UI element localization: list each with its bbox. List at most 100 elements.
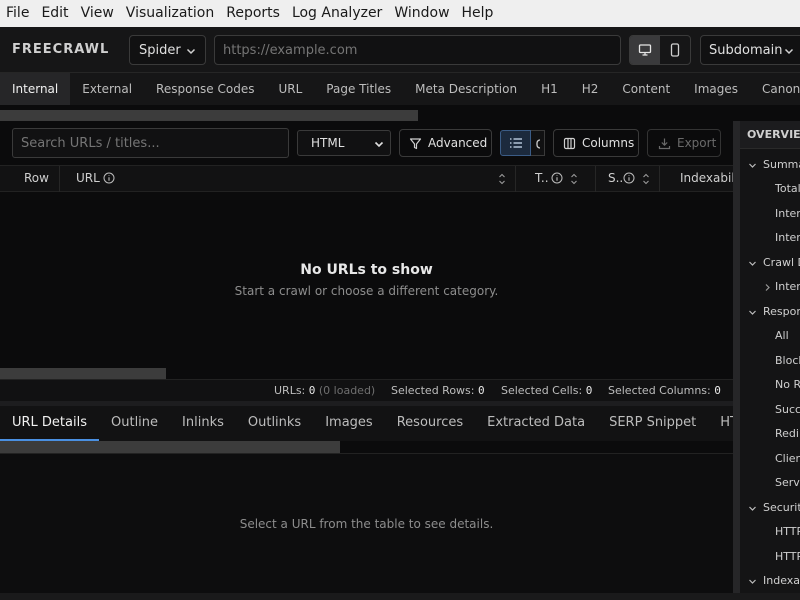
info-icon xyxy=(551,172,563,184)
column-header-row[interactable]: Row xyxy=(0,166,60,192)
tab-meta-description[interactable]: Meta Description xyxy=(403,73,529,105)
column-header-status[interactable]: S.. xyxy=(596,166,660,192)
column-header-label: Indexabili xyxy=(680,171,733,185)
column-header-label: S.. xyxy=(608,171,624,185)
detail-tab-resources[interactable]: Resources xyxy=(385,406,475,441)
overview-item[interactable]: Summa xyxy=(749,153,800,177)
overview-item-label: Inter xyxy=(775,280,800,293)
menu-view[interactable]: View xyxy=(75,0,120,27)
column-header-label: URL xyxy=(76,171,100,185)
sort-icon[interactable] xyxy=(570,172,578,186)
overview-item[interactable]: Total xyxy=(775,177,800,201)
overview-item[interactable]: Block xyxy=(775,349,800,373)
overview-title: OVERVIEW xyxy=(740,121,800,149)
column-header-url[interactable]: URL xyxy=(60,166,516,192)
overview-item-label: Client xyxy=(775,452,800,465)
info-icon xyxy=(623,172,635,184)
overview-item[interactable]: Crawl D xyxy=(749,251,800,275)
empty-state-title: No URLs to show xyxy=(300,262,433,278)
overview-item[interactable]: Indexa xyxy=(749,569,800,593)
desktop-button[interactable] xyxy=(630,36,660,64)
column-header-indexability[interactable]: Indexabili xyxy=(660,166,733,192)
overview-item[interactable]: All xyxy=(775,324,789,348)
overview-item[interactable]: Securit xyxy=(749,496,800,520)
chevron-down-icon[interactable] xyxy=(748,259,757,268)
advanced-filter-button[interactable]: Advanced xyxy=(399,129,492,157)
category-tabs: Internal External Response Codes URL Page Ti… xyxy=(0,73,800,105)
tab-h2[interactable]: H2 xyxy=(570,73,611,105)
overview-item[interactable]: No R xyxy=(775,373,800,397)
overview-item[interactable]: Inter xyxy=(765,275,800,299)
menu-edit[interactable]: Edit xyxy=(35,0,74,27)
menu-visualization[interactable]: Visualization xyxy=(120,0,220,27)
tab-content[interactable]: Content xyxy=(610,73,682,105)
chevron-right-icon[interactable] xyxy=(763,283,772,292)
sort-icon[interactable] xyxy=(642,172,650,186)
menu-reports[interactable]: Reports xyxy=(220,0,286,27)
chevron-down-icon[interactable] xyxy=(748,161,757,170)
tab-internal[interactable]: Internal xyxy=(0,73,71,105)
detail-tab-outlinks[interactable]: Outlinks xyxy=(236,406,313,441)
list-icon xyxy=(509,137,523,149)
detail-tabs: URL Details Outline Inlinks Outlinks Images R… xyxy=(0,406,733,441)
tab-url[interactable]: URL xyxy=(266,73,314,105)
crawl-mode-dropdown[interactable]: Spider xyxy=(129,35,206,65)
search-input[interactable] xyxy=(12,128,289,158)
menu-window[interactable]: Window xyxy=(388,0,455,27)
content-type-select[interactable]: HTML xyxy=(297,130,391,156)
detail-tab-http-hea[interactable]: HTTP Hea xyxy=(708,406,733,441)
detail-tabs-scrollbar[interactable] xyxy=(0,441,340,453)
overview-item[interactable]: Succe xyxy=(775,398,800,422)
menu-help[interactable]: Help xyxy=(456,0,500,27)
view-mode-toggle xyxy=(500,130,545,156)
table-horizontal-scrollbar[interactable] xyxy=(0,368,166,379)
detail-panel: Select a URL from the table to see detai… xyxy=(0,453,733,593)
detail-tab-extracted-data[interactable]: Extracted Data xyxy=(475,406,597,441)
overview-item[interactable]: Inter xyxy=(775,202,800,226)
overview-item-label: Total xyxy=(775,182,800,195)
tab-page-titles[interactable]: Page Titles xyxy=(314,73,403,105)
export-button[interactable]: Export xyxy=(647,129,721,157)
detail-tab-inlinks[interactable]: Inlinks xyxy=(170,406,236,441)
overview-item-label: Securit xyxy=(763,501,800,514)
crawl-mode-label: Spider xyxy=(139,42,181,58)
category-tabs-scrollbar[interactable] xyxy=(0,110,418,121)
overview-item[interactable]: Serv xyxy=(775,471,800,495)
detail-tab-images[interactable]: Images xyxy=(313,406,385,441)
sidebar-resize-handle[interactable] xyxy=(733,121,740,593)
filter-icon xyxy=(400,137,428,150)
column-header-title[interactable]: T.. xyxy=(516,166,596,192)
overview-item[interactable]: HTTP xyxy=(775,520,800,544)
url-table: No URLs to show Start a crawl or choose … xyxy=(0,192,733,368)
crawl-scope-dropdown[interactable]: Subdomain xyxy=(700,35,800,65)
overview-item-label: Summa xyxy=(763,158,800,171)
link-view-button[interactable] xyxy=(531,130,545,156)
detail-tab-outline[interactable]: Outline xyxy=(99,406,170,441)
tab-h1[interactable]: H1 xyxy=(529,73,570,105)
menu-bar: File Edit View Visualization Reports Log Anal… xyxy=(0,0,800,27)
overview-item-label: Serv xyxy=(775,476,800,489)
overview-item-label: No R xyxy=(775,378,800,391)
menu-file[interactable]: File xyxy=(0,0,35,27)
tab-canonicals[interactable]: Canonicals xyxy=(750,73,800,105)
mobile-button[interactable] xyxy=(660,36,690,64)
chevron-down-icon[interactable] xyxy=(748,504,757,513)
chevron-down-icon[interactable] xyxy=(748,577,757,586)
tab-images[interactable]: Images xyxy=(682,73,750,105)
tab-external[interactable]: External xyxy=(70,73,144,105)
detail-tab-serp-snippet[interactable]: SERP Snippet xyxy=(597,406,708,441)
columns-button[interactable]: Columns xyxy=(553,129,639,157)
tab-response-codes[interactable]: Response Codes xyxy=(144,73,266,105)
overview-item[interactable]: HTTP xyxy=(775,545,800,569)
overview-item[interactable]: Respon xyxy=(749,300,800,324)
overview-item[interactable]: Redi xyxy=(775,422,799,446)
url-input[interactable] xyxy=(214,35,621,65)
overview-item[interactable]: Inter xyxy=(775,226,800,250)
menu-log-analyzer[interactable]: Log Analyzer xyxy=(286,0,388,27)
sort-icon[interactable] xyxy=(498,172,506,186)
overview-item-label: Respon xyxy=(763,305,800,318)
detail-tab-url-details[interactable]: URL Details xyxy=(0,406,99,441)
overview-item[interactable]: Client xyxy=(775,447,800,471)
list-view-button[interactable] xyxy=(500,130,531,156)
chevron-down-icon[interactable] xyxy=(748,308,757,317)
